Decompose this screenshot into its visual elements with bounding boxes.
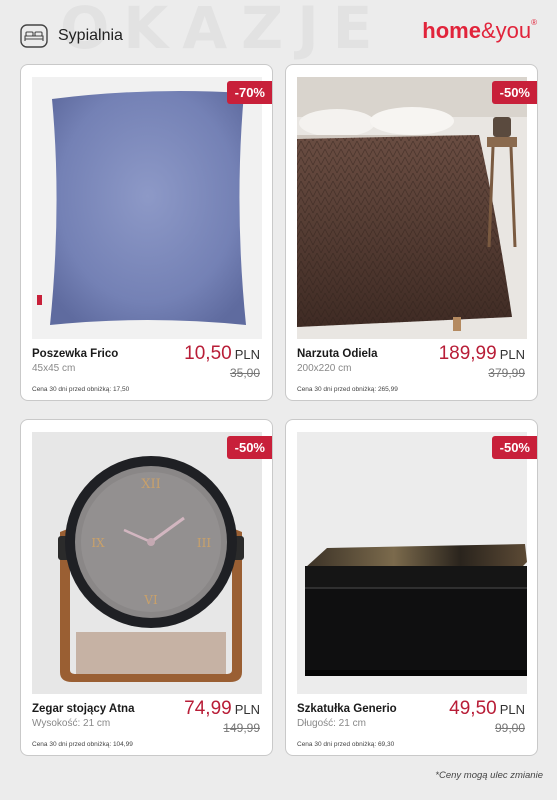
old-price: 149,99 xyxy=(223,721,260,735)
product-card[interactable]: -50% Szkatułka Generio Długość: 21 cm 49… xyxy=(285,419,538,756)
old-price: 35,00 xyxy=(229,366,260,380)
price-history-note: Cena 30 dni przed obniżką: 69,30 xyxy=(297,741,395,748)
discount-badge: -50% xyxy=(491,436,537,459)
price-amount: 74,99 xyxy=(184,698,232,719)
brand-logo-rest: &you xyxy=(480,18,532,43)
discount-badge: -50% xyxy=(226,436,272,459)
product-price: 10,50 PLN xyxy=(184,343,260,365)
bed-icon xyxy=(20,24,48,48)
price-history-note: Cena 30 dni przed obniżką: 104,99 xyxy=(32,741,133,748)
product-detail: 200x220 cm xyxy=(297,363,352,374)
product-name[interactable]: Narzuta Odiela xyxy=(297,348,378,360)
category-title: Sypialnia xyxy=(58,27,123,44)
svg-text:VI: VI xyxy=(143,593,158,607)
brand-logo-bold: home xyxy=(422,18,481,43)
pillow-image[interactable] xyxy=(32,77,262,339)
product-detail: Wysokość: 21 cm xyxy=(32,718,111,729)
discount-badge: -70% xyxy=(226,81,272,104)
brand-logo[interactable]: home&you® xyxy=(422,18,537,44)
product-price: 49,50 PLN xyxy=(449,698,525,720)
bedspread-image[interactable] xyxy=(297,77,527,339)
price-currency: PLN xyxy=(499,347,525,362)
clock-image[interactable]: XII III IX VI xyxy=(32,432,262,694)
brand-logo-mark: ® xyxy=(531,18,537,27)
price-disclaimer: *Ceny mogą ulec zmianie xyxy=(435,770,543,781)
product-price: 74,99 PLN xyxy=(184,698,260,720)
price-currency: PLN xyxy=(234,347,260,362)
price-currency: PLN xyxy=(234,702,260,717)
product-detail: 45x45 cm xyxy=(32,363,76,374)
svg-text:XII: XII xyxy=(141,477,161,492)
product-card[interactable]: XII III IX VI -50% Zegar stojący Atna Wy… xyxy=(20,419,273,756)
product-name[interactable]: Zegar stojący Atna xyxy=(32,703,134,715)
box-image[interactable] xyxy=(297,432,527,694)
old-price: 379,99 xyxy=(488,366,525,380)
svg-text:IX: IX xyxy=(91,536,105,550)
old-price: 99,00 xyxy=(494,721,525,735)
product-card[interactable]: -70% Poszewka Frico 45x45 cm 10,50 PLN 35… xyxy=(20,64,273,401)
product-name[interactable]: Poszewka Frico xyxy=(32,348,118,360)
price-amount: 49,50 xyxy=(449,698,497,719)
price-history-note: Cena 30 dni przed obniżką: 17,50 xyxy=(32,386,130,393)
svg-text:III: III xyxy=(197,536,211,550)
product-price: 189,99 PLN xyxy=(439,343,525,365)
price-history-note: Cena 30 dni przed obniżką: 265,99 xyxy=(297,386,398,393)
discount-badge: -50% xyxy=(491,81,537,104)
product-name[interactable]: Szkatułka Generio xyxy=(297,703,397,715)
page-header: Sypialnia home&you® xyxy=(0,0,557,70)
price-amount: 10,50 xyxy=(184,343,232,364)
price-currency: PLN xyxy=(499,702,525,717)
product-detail: Długość: 21 cm xyxy=(297,718,366,729)
product-card[interactable]: -50% Narzuta Odiela 200x220 cm 189,99 PLN… xyxy=(285,64,538,401)
price-amount: 189,99 xyxy=(438,343,497,364)
